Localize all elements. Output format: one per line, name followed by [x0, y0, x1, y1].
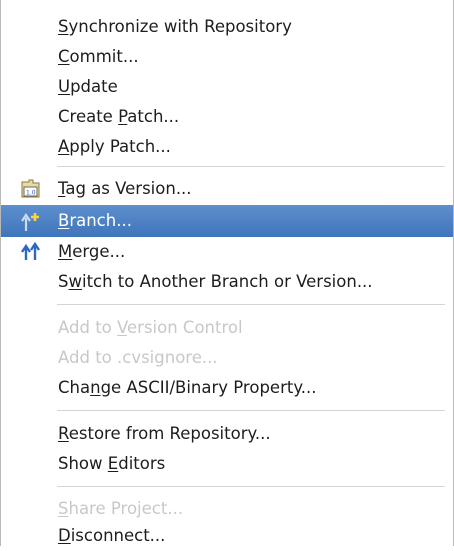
- menu-separator: [57, 166, 445, 167]
- menu-item-label: Add to .cvsignore...: [58, 348, 218, 367]
- menu-item-label: Share Project...: [58, 499, 184, 518]
- menu-item-label: Synchronize with Repository: [58, 17, 292, 36]
- menu-item-show-editors[interactable]: Show Editors: [1, 449, 453, 479]
- menu-item-change-ascii-binary[interactable]: Change ASCII/Binary Property...: [1, 373, 453, 403]
- branch-icon: [20, 211, 42, 231]
- menu-item-label: Update: [58, 77, 118, 96]
- menu-item-label: Apply Patch...: [58, 137, 171, 156]
- menu-item-label: Switch to Another Branch or Version...: [58, 272, 373, 291]
- menu-item-label: Branch...: [58, 211, 132, 230]
- menu-item-label: Change ASCII/Binary Property...: [58, 378, 317, 397]
- menu-item-label: Merge...: [58, 242, 126, 261]
- svg-text:1.0: 1.0: [26, 190, 36, 197]
- tag-icon: 1.0: [20, 179, 42, 199]
- menu-item-commit[interactable]: Commit...: [1, 42, 453, 72]
- menu-item-label: Show Editors: [58, 454, 166, 473]
- menu-item-branch[interactable]: Branch...: [1, 205, 453, 237]
- menu-item-label: Add to Version Control: [58, 318, 243, 337]
- menu-item-label: Create Patch...: [58, 107, 180, 126]
- menu-item-switch-branch[interactable]: Switch to Another Branch or Version...: [1, 267, 453, 297]
- cvs-team-context-menu: Synchronize with Repository Commit... Up…: [0, 0, 454, 546]
- menu-item-create-patch[interactable]: Create Patch...: [1, 102, 453, 132]
- menu-item-share-project[interactable]: Share Project...: [1, 494, 453, 524]
- menu-separator: [57, 486, 445, 487]
- menu-item-apply-patch[interactable]: Apply Patch...: [1, 132, 453, 162]
- menu-separator: [57, 304, 445, 305]
- menu-item-label: Commit...: [58, 47, 139, 66]
- menu-item-disconnect[interactable]: Disconnect...: [1, 521, 453, 551]
- menu-item-label: Disconnect...: [58, 526, 166, 545]
- menu-item-merge[interactable]: Merge...: [1, 237, 453, 267]
- menu-item-synchronize[interactable]: Synchronize with Repository: [1, 12, 453, 42]
- menu-item-tag-as-version[interactable]: 1.0 Tag as Version...: [1, 174, 453, 204]
- menu-item-update[interactable]: Update: [1, 72, 453, 102]
- menu-item-add-to-cvsignore[interactable]: Add to .cvsignore...: [1, 343, 453, 373]
- menu-item-label: Restore from Repository...: [58, 424, 271, 443]
- menu-item-add-to-version-control[interactable]: Add to Version Control: [1, 313, 453, 343]
- menu-item-restore-from-repository[interactable]: Restore from Repository...: [1, 419, 453, 449]
- menu-item-label: Tag as Version...: [58, 179, 192, 198]
- merge-icon: [20, 241, 42, 262]
- menu-separator: [57, 410, 445, 411]
